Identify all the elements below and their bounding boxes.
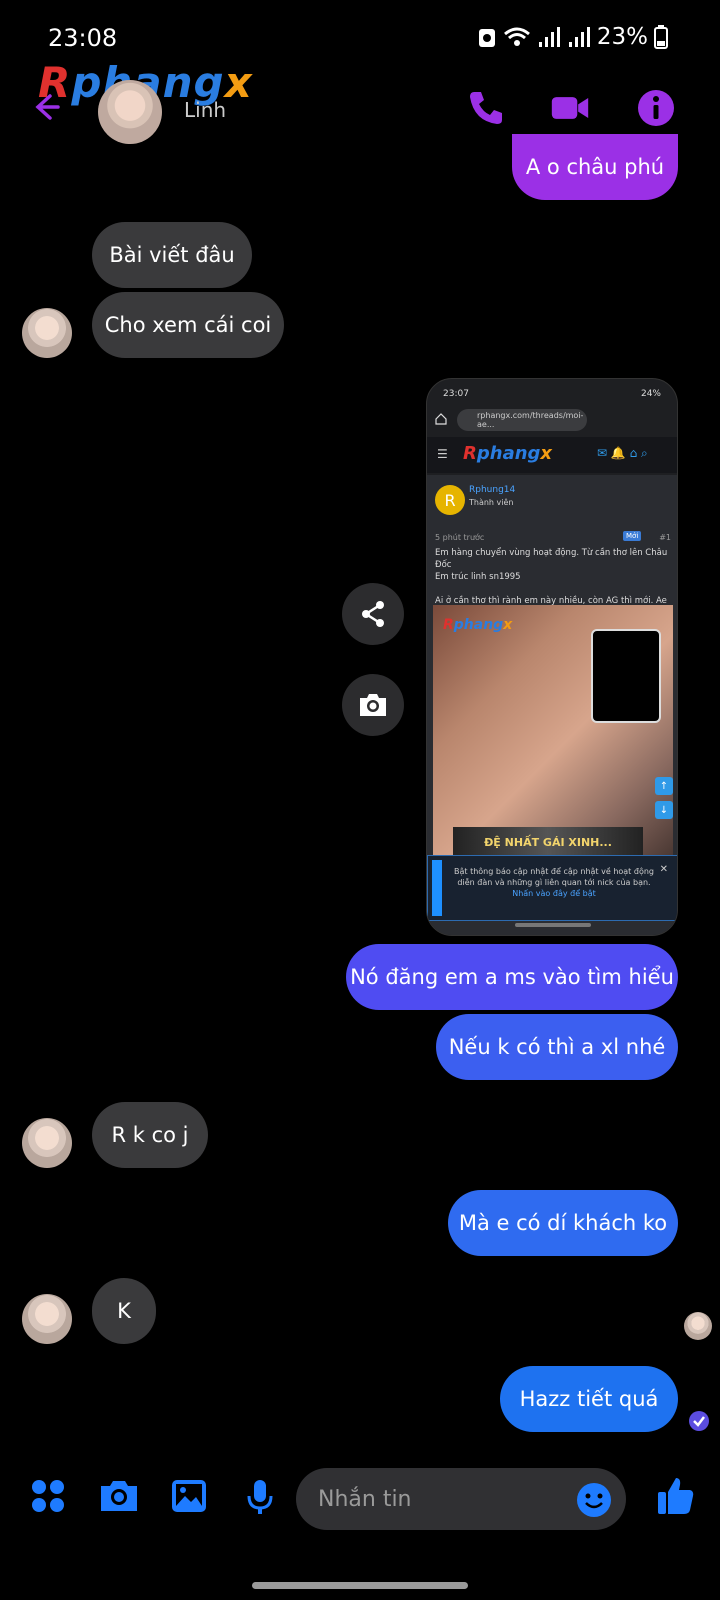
notice-close-icon: ✕ bbox=[659, 864, 668, 875]
post-user-avatar: R bbox=[435, 485, 465, 515]
signal-icon-1 bbox=[538, 27, 560, 47]
wifi-icon bbox=[503, 27, 530, 46]
emoji-icon[interactable] bbox=[576, 1482, 612, 1518]
scroll-down-icon: ↓ bbox=[655, 801, 673, 819]
microphone-icon[interactable] bbox=[246, 1478, 274, 1516]
battery-icon bbox=[654, 25, 668, 49]
contact-avatar[interactable] bbox=[98, 80, 162, 144]
sender-avatar[interactable] bbox=[22, 1294, 72, 1344]
share-icon bbox=[362, 601, 384, 627]
save-image-button[interactable] bbox=[342, 674, 404, 736]
site-nav-icons: ✉ 🔔 ⌂ ⌕ bbox=[597, 446, 648, 460]
message-input-placeholder: Nhắn tin bbox=[318, 1486, 412, 1512]
back-arrow-icon[interactable] bbox=[30, 92, 60, 122]
home-icon bbox=[435, 413, 447, 425]
sender-avatar[interactable] bbox=[22, 1118, 72, 1168]
post-new-badge: Mới bbox=[623, 531, 642, 541]
photo-watermark: Rphangx bbox=[443, 617, 513, 633]
info-icon[interactable] bbox=[636, 88, 676, 128]
post-username: Rphung14 bbox=[469, 485, 516, 495]
phone-icon[interactable] bbox=[466, 88, 506, 128]
post-time: 5 phút trước bbox=[435, 533, 485, 542]
attachment-home-bar bbox=[515, 923, 591, 927]
signal-icon-2 bbox=[568, 27, 590, 47]
notice-link: Nhấn vào đây để bật bbox=[512, 889, 596, 898]
message-out[interactable]: Mà e có dí khách ko bbox=[448, 1190, 678, 1256]
ad-banner: ĐỆ NHẤT GÁI XINH... bbox=[453, 827, 643, 857]
post-text-line: Em hàng chuyển vùng hoạt động. Từ cần th… bbox=[435, 548, 668, 570]
gallery-icon[interactable] bbox=[170, 1478, 208, 1514]
post-photo: Rphangx bbox=[433, 605, 673, 855]
message-out[interactable]: Nếu k có thì a xl nhé bbox=[436, 1014, 678, 1080]
message-in[interactable]: Bài viết đâu bbox=[92, 222, 252, 288]
battery-percent: 23% bbox=[596, 24, 648, 50]
status-time: 23:08 bbox=[48, 24, 118, 52]
sender-avatar[interactable] bbox=[22, 308, 72, 358]
video-call-icon[interactable] bbox=[550, 88, 590, 128]
apps-grid-icon[interactable] bbox=[30, 1478, 66, 1514]
attachment-status-time: 23:07 bbox=[443, 389, 469, 399]
notice-text: Bật thông báo cập nhật để cập nhật về ho… bbox=[454, 867, 654, 887]
camera-icon[interactable] bbox=[98, 1478, 140, 1514]
attachment-site-logo: Rphangx bbox=[463, 443, 553, 464]
screenshot-attachment[interactable]: 23:07 24% rphangx.com/threads/moi-ae... … bbox=[426, 378, 678, 936]
status-icons: 23% bbox=[477, 24, 668, 50]
message-out[interactable]: A o châu phú bbox=[512, 134, 678, 200]
message-out[interactable]: Nó đăng em a ms vào tìm hiểu bbox=[346, 944, 678, 1010]
menu-icon: ☰ bbox=[437, 447, 448, 461]
post-user-role: Thành viên bbox=[469, 498, 514, 507]
attachment-status-battery: 24% bbox=[640, 389, 661, 399]
like-thumb-icon[interactable] bbox=[656, 1476, 696, 1516]
message-out[interactable]: Hazz tiết quá bbox=[500, 1366, 678, 1432]
attachment-post: R Rphung14 Thành viên 5 phút trước Mới #… bbox=[427, 475, 677, 935]
gesture-nav-bar[interactable] bbox=[252, 1582, 468, 1589]
message-in[interactable]: K bbox=[92, 1278, 156, 1344]
data-saver-icon bbox=[478, 29, 495, 47]
photo-redaction-box bbox=[591, 629, 661, 723]
attachment-site-nav: ☰ Rphangx ✉ 🔔 ⌂ ⌕ bbox=[427, 437, 677, 473]
post-number: #1 bbox=[659, 533, 671, 542]
camera-icon bbox=[360, 694, 386, 716]
share-button[interactable] bbox=[342, 583, 404, 645]
scroll-up-icon: ↑ bbox=[655, 777, 673, 795]
contact-name[interactable]: Linh bbox=[184, 98, 226, 122]
message-in[interactable]: Cho xem cái coi bbox=[92, 292, 284, 358]
message-in[interactable]: R k co j bbox=[92, 1102, 208, 1168]
post-text-line: Em trúc linh sn1995 bbox=[435, 572, 521, 582]
notification-prompt: Bật thông báo cập nhật để cập nhật về ho… bbox=[427, 855, 677, 921]
seen-avatar bbox=[684, 1312, 712, 1340]
delivered-check-icon bbox=[689, 1411, 709, 1431]
attachment-url: rphangx.com/threads/moi-ae... bbox=[457, 409, 587, 431]
